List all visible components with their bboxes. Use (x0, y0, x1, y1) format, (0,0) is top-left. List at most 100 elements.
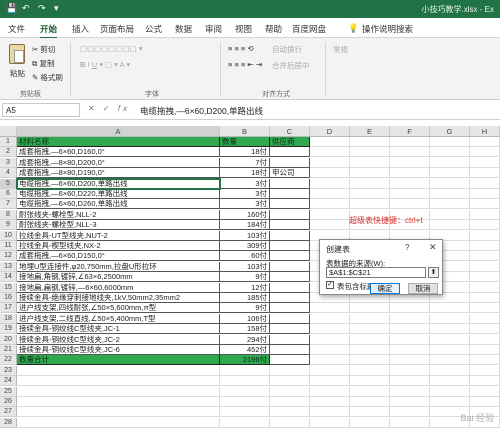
cell-f18[interactable] (390, 313, 430, 324)
tab-view[interactable]: 视图 (235, 23, 252, 35)
row-header[interactable]: 20 (0, 334, 17, 345)
cell-c11[interactable] (270, 241, 310, 251)
row-header[interactable]: 2 (0, 147, 17, 158)
cell-g4[interactable] (430, 168, 470, 179)
cell-h13[interactable] (470, 261, 500, 272)
cell-d9[interactable] (310, 220, 350, 231)
cell-b24[interactable] (220, 376, 270, 387)
cell-e21[interactable] (350, 345, 390, 355)
merge-center-button[interactable]: 合并后居中 (272, 60, 310, 71)
cell-b23[interactable] (220, 365, 270, 376)
cell-b9[interactable]: 184付 (220, 220, 270, 231)
cell-e7[interactable] (350, 199, 390, 210)
row-header[interactable]: 3 (0, 157, 17, 168)
tell-me-search[interactable]: 操作说明搜索 (362, 23, 413, 35)
cell-b5[interactable]: 3付 (220, 178, 270, 189)
cell-b4[interactable]: 18付 (220, 168, 270, 179)
cell-d17[interactable] (310, 303, 350, 314)
cell-a1[interactable]: 材料名称 (17, 137, 220, 147)
column-header-c[interactable]: C (270, 126, 310, 137)
align-buttons[interactable]: ≡ ≡ ≡ ⟲ (228, 44, 254, 53)
row-header[interactable]: 28 (0, 417, 17, 428)
cell-d19[interactable] (310, 324, 350, 335)
tab-baidu-netdisk[interactable]: 百度网盘 (292, 23, 326, 35)
row-header[interactable]: 26 (0, 397, 17, 407)
cell-h11[interactable] (470, 241, 500, 251)
cell-f7[interactable] (390, 199, 430, 210)
cell-a14[interactable]: 接地扁,角钢,镀锌,∠63×6,2500mm (17, 272, 220, 283)
cell-h22[interactable] (470, 355, 500, 366)
row-header[interactable]: 6 (0, 189, 17, 199)
cell-c16[interactable] (270, 293, 310, 303)
cell-a11[interactable]: 拉线金具-楔型线夹,NX-2 (17, 241, 220, 251)
cell-g23[interactable] (430, 365, 470, 376)
cell-e3[interactable] (350, 157, 390, 168)
save-icon[interactable]: 💾 (6, 3, 17, 14)
cell-f17[interactable] (390, 303, 430, 314)
cell-g22[interactable] (430, 355, 470, 366)
cell-g18[interactable] (430, 313, 470, 324)
cell-g20[interactable] (430, 334, 470, 345)
cell-f28[interactable] (390, 417, 430, 428)
cell-b25[interactable] (220, 386, 270, 397)
cell-h23[interactable] (470, 365, 500, 376)
cell-c17[interactable] (270, 303, 310, 314)
help-icon[interactable]: ? (405, 243, 409, 252)
cell-a12[interactable]: 成套拖拽,—6×60,D150,0° (17, 251, 220, 262)
cell-d20[interactable] (310, 334, 350, 345)
cell-e2[interactable] (350, 147, 390, 158)
cell-c21[interactable] (270, 345, 310, 355)
row-header[interactable]: 9 (0, 220, 17, 231)
cell-e22[interactable] (350, 355, 390, 366)
row-header[interactable]: 10 (0, 230, 17, 241)
cell-a16[interactable]: 接续金具-绝缘穿刺接地线夹,1kV,50mm2,35mm2 (17, 293, 220, 303)
cell-h21[interactable] (470, 345, 500, 355)
cancel-button[interactable]: 取消 (408, 283, 438, 294)
cell-h26[interactable] (470, 397, 500, 407)
cell-b17[interactable]: 9付 (220, 303, 270, 314)
cell-a15[interactable]: 接地扁,扁钢,镀锌,—6×60,6000mm (17, 282, 220, 293)
cell-a5[interactable]: 电缆拖拽,—6×60,D200,单路出线 (16, 177, 221, 190)
cell-a6[interactable]: 电缆拖拽,—6×60,D220,单路出线 (17, 189, 220, 199)
cell-d25[interactable] (310, 386, 350, 397)
cell-a8[interactable]: 耐张线夹-螺栓型,NLL-2 (17, 209, 220, 220)
formula-input[interactable]: 电缆拖拽,—6×60,D200,单路出线 (140, 105, 263, 117)
cell-c2[interactable] (270, 147, 310, 158)
cell-h6[interactable] (470, 189, 500, 199)
cell-g5[interactable] (430, 178, 470, 189)
ok-button[interactable]: 确定 (370, 283, 400, 294)
cell-e17[interactable] (350, 303, 390, 314)
cut-button[interactable]: ✂ 剪切 (32, 44, 55, 55)
cell-b22[interactable]: 2196付 (220, 355, 270, 366)
cell-c8[interactable] (270, 209, 310, 220)
copy-button[interactable]: ⧉ 复制 (32, 58, 54, 69)
cell-f5[interactable] (390, 178, 430, 189)
number-format-box[interactable]: 常规 (333, 44, 348, 55)
cell-a25[interactable] (17, 386, 220, 397)
cell-c24[interactable] (270, 376, 310, 387)
cell-e24[interactable] (350, 376, 390, 387)
cell-c1[interactable]: 供应商 (270, 137, 310, 147)
cell-d28[interactable] (310, 417, 350, 428)
cell-a10[interactable]: 拉线金具-UT型线夹,NUT-2 (17, 230, 220, 241)
cell-d5[interactable] (310, 178, 350, 189)
format-painter-button[interactable]: ✎ 格式刷 (32, 72, 63, 83)
cell-b2[interactable]: 18付 (220, 147, 270, 158)
cell-f26[interactable] (390, 397, 430, 407)
cell-a3[interactable]: 成套拖拽,—8×80,D200,0° (17, 157, 220, 168)
cell-b21[interactable]: 452付 (220, 345, 270, 355)
cell-g26[interactable] (430, 397, 470, 407)
cell-e18[interactable] (350, 313, 390, 324)
cell-b27[interactable] (220, 407, 270, 418)
row-header[interactable]: 18 (0, 313, 17, 324)
cell-c13[interactable] (270, 261, 310, 272)
column-header-b[interactable]: B (220, 126, 270, 137)
cell-e28[interactable] (350, 417, 390, 428)
cell-h3[interactable] (470, 157, 500, 168)
cell-d18[interactable] (310, 313, 350, 324)
column-header-e[interactable]: E (350, 126, 390, 137)
row-header[interactable]: 8 (0, 209, 17, 220)
cell-b7[interactable]: 3付 (220, 199, 270, 210)
cell-f27[interactable] (390, 407, 430, 418)
tab-file[interactable]: 文件 (8, 23, 25, 35)
